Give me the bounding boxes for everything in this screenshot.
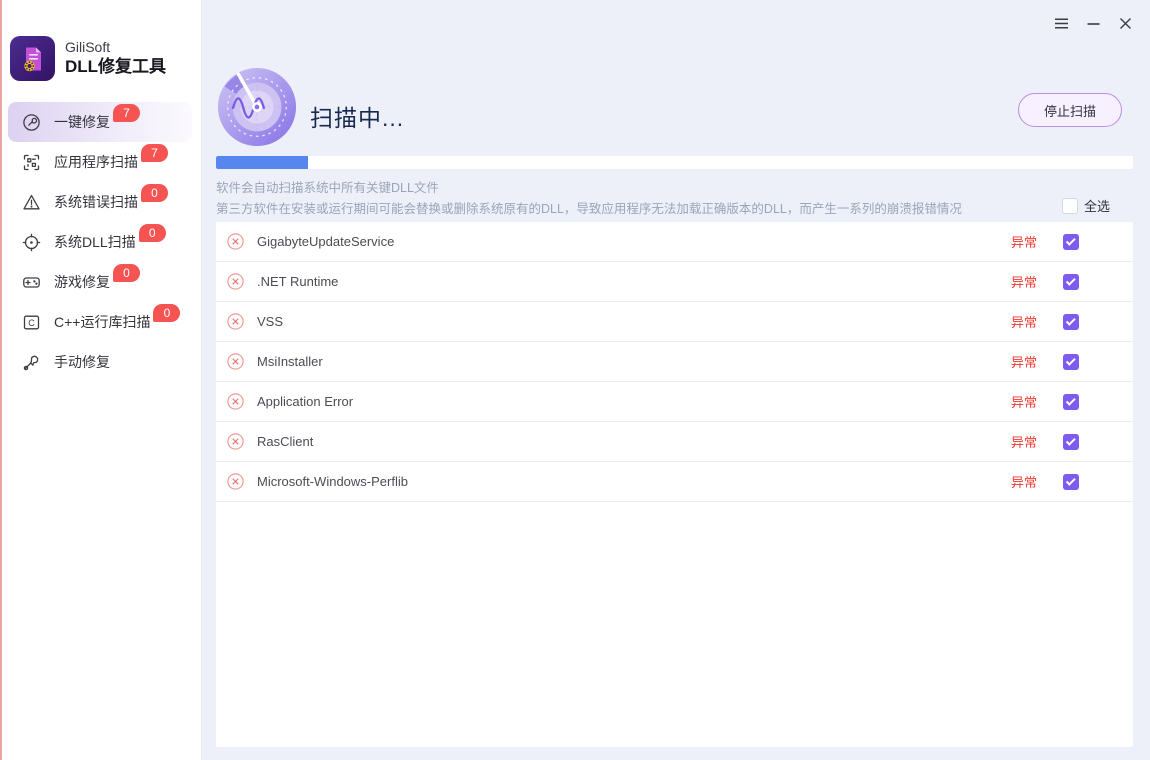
dll-item-name: MsiInstaller xyxy=(257,354,323,369)
error-circle-icon xyxy=(227,433,244,450)
sidebar-item-cpp-runtime-scan[interactable]: C C++运行库扫描 0 xyxy=(8,302,192,342)
window-controls xyxy=(1050,12,1136,34)
status-badge: 异常 xyxy=(1010,235,1037,250)
sidebar-item-app-scan[interactable]: 应用程序扫描 7 xyxy=(8,142,192,182)
scan-result-row[interactable]: .NET Runtime 异常 xyxy=(216,262,1133,302)
sidebar-nav: 一键修复 7 应用程序扫描 7 系统错误扫描 0 系统DLL扫描 0 游戏修复 … xyxy=(0,102,202,382)
window-left-accent xyxy=(0,0,2,760)
scan-result-row[interactable]: Microsoft-Windows-Perflib 异常 xyxy=(216,462,1133,502)
sidebar-item-game-repair[interactable]: 游戏修复 0 xyxy=(8,262,192,302)
status-badge: 异常 xyxy=(1010,475,1037,490)
target-icon xyxy=(22,233,41,252)
status-badge: 异常 xyxy=(1010,275,1037,290)
warning-triangle-icon xyxy=(22,193,41,212)
scan-result-row[interactable]: GigabyteUpdateService 异常 xyxy=(216,222,1133,262)
radar-scanning-icon xyxy=(216,66,298,148)
main-area: 扫描中... 停止扫描 软件会自动扫描系统中所有关键DLL文件 第三方软件在安装… xyxy=(203,0,1150,760)
count-badge: 0 xyxy=(113,264,140,282)
app-logo: GiliSoft DLL修复工具 xyxy=(10,36,166,81)
svg-text:C: C xyxy=(28,317,35,327)
row-checkbox[interactable] xyxy=(1063,273,1079,290)
scan-progress-fill xyxy=(216,156,308,169)
status-badge: 异常 xyxy=(1010,395,1037,410)
scan-description-line1: 软件会自动扫描系统中所有关键DLL文件 xyxy=(216,181,439,195)
sidebar-item-label: 手动修复 xyxy=(54,354,110,370)
status-badge: 异常 xyxy=(1010,435,1037,450)
gamepad-icon xyxy=(22,273,41,292)
sidebar-item-label: 系统错误扫描 xyxy=(54,194,138,210)
app-scan-icon xyxy=(22,153,41,172)
wrench-circle-icon xyxy=(22,113,41,132)
select-all[interactable]: 全选 xyxy=(1061,196,1110,215)
scan-result-row[interactable]: VSS 异常 xyxy=(216,302,1133,342)
row-checkbox[interactable] xyxy=(1063,233,1079,250)
menu-icon[interactable] xyxy=(1050,12,1072,34)
c-square-icon: C xyxy=(22,313,41,332)
sidebar-item-manual-repair[interactable]: 手动修复 xyxy=(8,342,192,382)
dll-item-name: .NET Runtime xyxy=(257,274,339,289)
sidebar-item-system-error-scan[interactable]: 系统错误扫描 0 xyxy=(8,182,192,222)
dll-item-name: GigabyteUpdateService xyxy=(257,234,395,249)
scan-description-line2: 第三方软件在安装或运行期间可能会替换或删除系统原有的DLL，导致应用程序无法加载… xyxy=(216,202,962,216)
scan-result-row[interactable]: RasClient 异常 xyxy=(216,422,1133,462)
sidebar-item-system-dll-scan[interactable]: 系统DLL扫描 0 xyxy=(8,222,192,262)
count-badge: 0 xyxy=(153,304,181,322)
dll-item-name: Microsoft-Windows-Perflib xyxy=(257,474,408,489)
error-circle-icon xyxy=(227,353,244,370)
error-circle-icon xyxy=(227,313,244,330)
count-badge: 7 xyxy=(141,144,168,162)
page-title: 扫描中... xyxy=(310,105,405,131)
stop-scan-button[interactable]: 停止扫描 xyxy=(1018,93,1122,127)
close-icon[interactable] xyxy=(1114,12,1136,34)
row-checkbox[interactable] xyxy=(1063,433,1079,450)
scan-progress-bar xyxy=(216,156,1133,169)
error-circle-icon xyxy=(227,473,244,490)
error-circle-icon xyxy=(227,233,244,250)
error-circle-icon xyxy=(227,273,244,290)
status-badge: 异常 xyxy=(1010,315,1037,330)
sidebar-item-label: C++运行库扫描 xyxy=(54,314,151,330)
brand-name: GiliSoft xyxy=(65,39,111,55)
count-badge: 0 xyxy=(138,224,166,242)
dll-item-name: Application Error xyxy=(257,394,354,409)
count-badge: 0 xyxy=(141,184,168,202)
row-checkbox[interactable] xyxy=(1063,473,1079,490)
status-badge: 异常 xyxy=(1010,355,1037,370)
row-checkbox[interactable] xyxy=(1063,353,1079,370)
scan-result-row[interactable]: MsiInstaller 异常 xyxy=(216,342,1133,382)
count-badge: 7 xyxy=(113,104,140,122)
sidebar: GiliSoft DLL修复工具 一键修复 7 应用程序扫描 7 系统错误扫描 … xyxy=(0,0,202,760)
app-logo-icon xyxy=(10,36,55,81)
app-window: GiliSoft DLL修复工具 一键修复 7 应用程序扫描 7 系统错误扫描 … xyxy=(0,0,1150,760)
error-circle-icon xyxy=(227,393,244,410)
app-logo-text: GiliSoft DLL修复工具 xyxy=(65,39,166,78)
dll-item-name: VSS xyxy=(257,314,284,329)
sidebar-item-label: 应用程序扫描 xyxy=(54,154,138,170)
sidebar-item-label: 游戏修复 xyxy=(54,274,110,290)
sidebar-item-label: 系统DLL扫描 xyxy=(54,234,136,250)
row-checkbox[interactable] xyxy=(1063,313,1079,330)
app-title: DLL修复工具 xyxy=(65,57,167,76)
dll-item-name: RasClient xyxy=(257,434,314,449)
select-all-label: 全选 xyxy=(1083,199,1110,214)
row-checkbox[interactable] xyxy=(1063,393,1079,410)
scan-result-list: GigabyteUpdateService 异常 .NET Runtime 异常… xyxy=(216,222,1133,747)
select-all-checkbox[interactable] xyxy=(1061,197,1078,214)
sidebar-item-one-key-repair[interactable]: 一键修复 7 xyxy=(8,102,192,142)
wrench-icon xyxy=(22,353,41,372)
minimize-icon[interactable] xyxy=(1082,12,1104,34)
sidebar-item-label: 一键修复 xyxy=(54,114,110,130)
scan-result-row[interactable]: Application Error 异常 xyxy=(216,382,1133,422)
